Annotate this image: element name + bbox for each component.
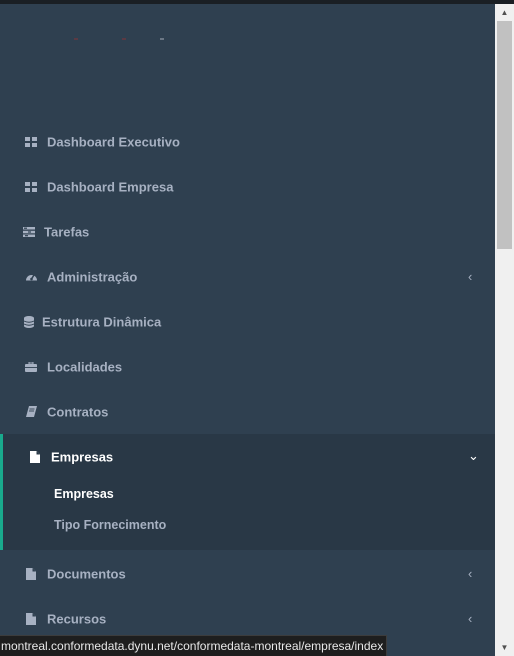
sidebar-nav: Dashboard Executivo Dashboard Empresa Ta… <box>0 4 495 656</box>
file-icon <box>24 612 38 626</box>
th-large-icon <box>24 135 38 149</box>
tachometer-icon <box>24 270 38 284</box>
sidebar-item-label: Estrutura Dinâmica <box>42 314 162 329</box>
chevron-left-icon: ‹ <box>468 610 473 626</box>
th-large-icon <box>24 180 38 194</box>
sidebar-item-label: Localidades <box>47 359 123 374</box>
sidebar-item-label: Recursos <box>47 611 107 626</box>
scroll-down-arrow-icon[interactable]: ▼ <box>495 639 514 656</box>
sidebar-item-empresas[interactable]: Empresas ⌄ <box>0 434 495 479</box>
database-icon <box>22 315 36 329</box>
status-bar-url: montreal.conformedata.dynu.net/conformed… <box>0 635 388 656</box>
logo-area <box>0 4 495 114</box>
sidebar-item-label: Dashboard Executivo <box>47 134 180 149</box>
briefcase-icon <box>24 360 38 374</box>
sidebar-item-label: Administração <box>47 269 138 284</box>
tasks-icon <box>22 225 36 239</box>
vertical-scrollbar[interactable]: ▲ ▼ <box>495 4 514 656</box>
scroll-up-arrow-icon[interactable]: ▲ <box>495 4 514 21</box>
sidebar-item-tarefas[interactable]: Tarefas <box>0 209 495 254</box>
file-icon <box>28 450 42 464</box>
chevron-left-icon: ‹ <box>468 565 473 581</box>
sidebar-subitem-empresas[interactable]: Empresas <box>54 487 114 501</box>
chevron-left-icon: ‹ <box>468 268 473 284</box>
chevron-down-icon: ⌄ <box>468 447 479 463</box>
sidebar-item-dashboard-executivo[interactable]: Dashboard Executivo <box>0 119 495 164</box>
sidebar-item-label: Tarefas <box>44 224 90 239</box>
sidebar-item-localidades[interactable]: Localidades <box>0 344 495 389</box>
book-icon <box>24 405 38 419</box>
file-icon <box>24 567 38 581</box>
sidebar-item-documentos[interactable]: Documentos ‹ <box>0 551 495 596</box>
sidebar-item-dashboard-empresa[interactable]: Dashboard Empresa <box>0 164 495 209</box>
sidebar-group-empresas: Empresas ⌄ Empresas Tipo Fornecimento <box>0 434 495 550</box>
sidebar-item-label: Dashboard Empresa <box>47 179 174 194</box>
sidebar-item-estrutura-dinamica[interactable]: Estrutura Dinâmica <box>0 299 495 344</box>
sidebar-item-label: Empresas <box>51 449 114 464</box>
sidebar-item-label: Documentos <box>47 566 126 581</box>
sidebar-subitem-tipo-fornecimento[interactable]: Tipo Fornecimento <box>54 518 166 532</box>
sidebar-item-label: Contratos <box>47 404 109 419</box>
scroll-thumb[interactable] <box>497 21 512 249</box>
sidebar-item-administracao[interactable]: Administração ‹ <box>0 254 495 299</box>
sidebar-item-contratos[interactable]: Contratos <box>0 389 495 434</box>
